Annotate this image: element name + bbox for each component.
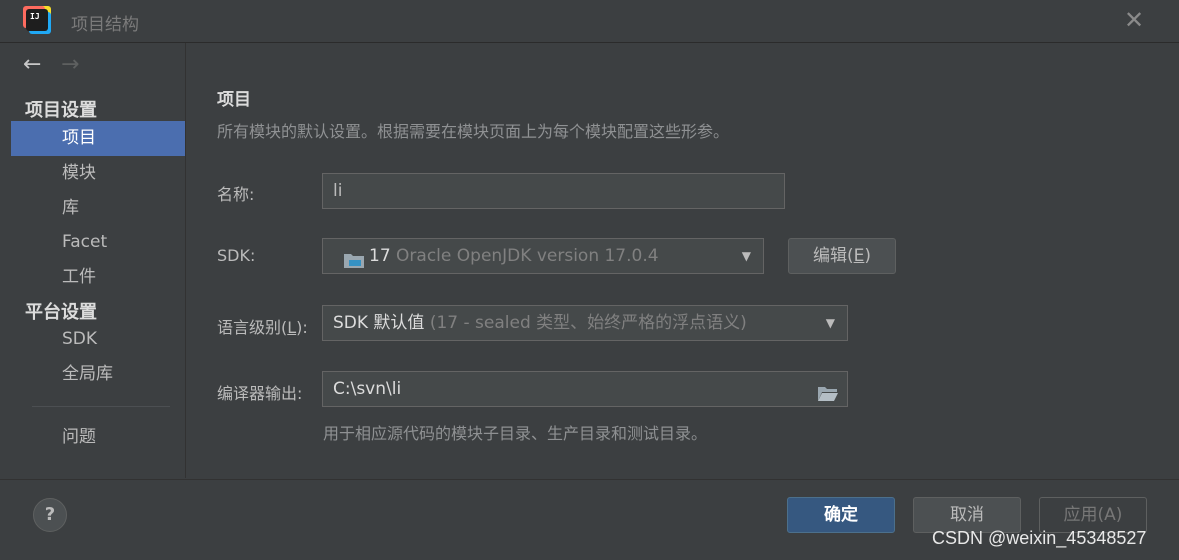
sdk-edit-mnemonic: E [853, 246, 865, 266]
sidebar-item-sdk[interactable]: SDK [11, 322, 185, 357]
watermark-text: CSDN @weixin_45348527 [932, 528, 1147, 548]
sdk-version: 17 [369, 246, 391, 266]
language-level-value: SDK 默认值 [333, 313, 425, 333]
sidebar-item-problems[interactable]: 问题 [11, 420, 185, 455]
jdk-folder-icon [343, 247, 365, 268]
sdk-edit-button[interactable]: 编辑(E) [788, 238, 896, 274]
section-title: 项目 [217, 90, 251, 110]
sdk-detail: Oracle OpenJDK version 17.0.4 [396, 246, 659, 266]
sidebar-item-libraries[interactable]: 库 [11, 191, 185, 226]
sidebar-divider [32, 406, 170, 407]
close-icon[interactable]: ✕ [1122, 6, 1146, 34]
language-level-label: 语言级别(L): [217, 314, 308, 338]
name-input-value: li [333, 181, 343, 201]
help-button[interactable]: ? [33, 498, 67, 532]
window-title: 项目结构 [71, 15, 139, 35]
language-level-mnemonic: L [287, 318, 297, 337]
sidebar-item-global-libraries[interactable]: 全局库 [11, 357, 185, 392]
name-label: 名称: [217, 185, 255, 204]
language-level-label-suffix: ): [296, 318, 308, 337]
title-bar [0, 0, 1179, 43]
sidebar-item-facets[interactable]: Facet [11, 225, 185, 260]
sidebar-header-platform-settings: 平台设置 [25, 302, 97, 323]
sdk-label: SDK: [217, 246, 256, 265]
forward-arrow-icon[interactable]: → [61, 52, 79, 77]
sidebar-item-artifacts[interactable]: 工件 [11, 260, 185, 295]
language-level-dropdown[interactable]: SDK 默认值 (17 - sealed 类型、始终严格的浮点语义) ▼ [322, 305, 848, 341]
sdk-edit-label: 编辑( [812, 246, 854, 266]
compiler-output-hint: 用于相应源代码的模块子目录、生产目录和测试目录。 [323, 424, 708, 443]
sdk-edit-suffix: ) [864, 246, 872, 266]
ok-button[interactable]: 确定 [787, 497, 895, 533]
chevron-down-icon: ▼ [741, 249, 751, 263]
section-description: 所有模块的默认设置。根据需要在模块页面上为每个模块配置这些形参。 [217, 122, 730, 141]
folder-open-icon[interactable] [817, 380, 839, 401]
language-level-detail: (17 - sealed 类型、始终严格的浮点语义) [429, 313, 747, 333]
sidebar-header-project-settings: 项目设置 [25, 100, 97, 121]
name-input[interactable]: li [322, 173, 785, 209]
compiler-output-value: C:\svn\li [333, 379, 402, 399]
compiler-output-input[interactable]: C:\svn\li [322, 371, 848, 407]
chevron-down-icon: ▼ [825, 316, 835, 330]
compiler-output-label: 编译器输出: [217, 384, 303, 403]
language-level-label-prefix: 语言级别( [217, 318, 288, 337]
sidebar-item-project[interactable]: 项目 [11, 121, 185, 156]
back-arrow-icon[interactable]: ← [23, 52, 41, 77]
intellij-idea-icon: IJ [26, 9, 48, 31]
sidebar-item-modules[interactable]: 模块 [11, 156, 185, 191]
sdk-dropdown[interactable]: 17 Oracle OpenJDK version 17.0.4 ▼ [322, 238, 764, 274]
